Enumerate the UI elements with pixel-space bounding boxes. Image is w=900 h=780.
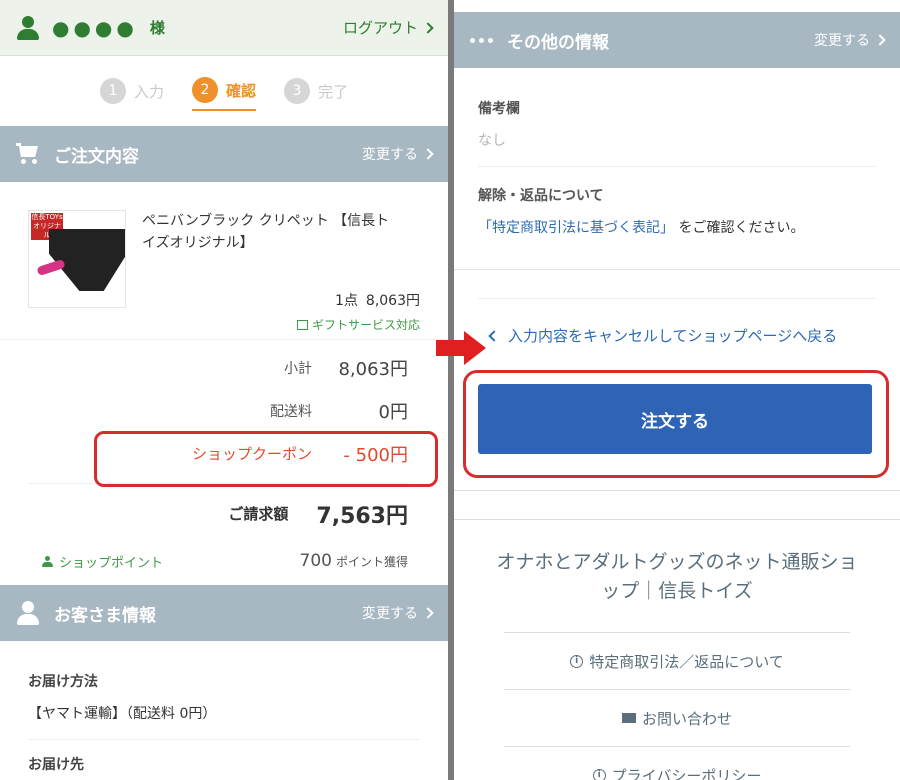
remarks-label: 備考欄: [478, 101, 520, 117]
shop-points-unit: ポイント獲得: [335, 554, 408, 569]
returns-description: 「特定商取引法に基づく表記」 をご確認ください。: [478, 220, 805, 236]
shop-points-label: ショップポイント: [42, 552, 163, 571]
checkout-steps: 1 入力 2 確認 3 完了: [0, 56, 448, 126]
chevron-right-icon: [422, 607, 434, 619]
person-icon: [16, 601, 40, 625]
customer-change-link[interactable]: 変更する: [362, 603, 434, 623]
order-button-area: 注文する: [454, 370, 900, 478]
returns-label: 解除・返品について: [478, 188, 604, 204]
user-icon: [16, 15, 40, 40]
chevron-right-icon: [422, 148, 434, 160]
order-confirm-left-panel: ●●●● 様 ログアウト 1 入力 2 確認 3 完了 ご注文内容 変更する 信長TO…: [0, 0, 448, 780]
footer-shop-name: オナホとアダルトグッズのネット通販ショップ｜信長トイズ: [496, 551, 858, 602]
product-thumbnail[interactable]: 信長TOYs オリジナル: [28, 210, 126, 308]
order-confirm-right-panel: その他の情報 変更する 備考欄 なし 解除・返品について 「特定商取引法に基づく…: [454, 0, 900, 780]
order-change-link[interactable]: 変更する: [362, 144, 434, 164]
other-info-header: その他の情報 変更する: [454, 12, 900, 68]
chevron-right-icon: [874, 34, 886, 46]
other-info-change-link[interactable]: 変更する: [814, 30, 886, 50]
chevron-right-icon: [422, 21, 434, 34]
delivery-method-value: 【ヤマト運輸】（配送料 0円）: [28, 703, 420, 740]
customer-section-title: お客さま情報: [54, 605, 156, 626]
shipping-row: 配送料 0円: [270, 401, 408, 423]
footer-link-contact[interactable]: お問い合わせ: [504, 689, 850, 746]
product-qty-price: 1点 8,063円: [334, 293, 420, 309]
subtotal-row: 小計 8,063円: [284, 358, 408, 380]
remarks-block: 備考欄 なし: [478, 68, 876, 167]
cancel-return-link[interactable]: 入力内容をキャンセルしてショップページへ戻る: [454, 325, 900, 346]
shop-points-row: ショップポイント 700 ポイント獲得: [0, 543, 448, 579]
other-info-title: その他の情報: [507, 32, 609, 53]
returns-block: 解除・返品について 「特定商取引法に基づく表記」 をご確認ください。: [478, 167, 876, 253]
customer-section-header: お客さま情報 変更する: [0, 585, 448, 641]
info-icon: i: [592, 768, 606, 780]
other-info-body: 備考欄 なし 解除・返品について 「特定商取引法に基づく表記」 をご確認ください…: [454, 68, 900, 253]
grand-total-label: ご請求額: [228, 505, 289, 523]
chevron-left-icon: [488, 329, 500, 342]
shop-points-value: 700: [299, 551, 332, 571]
delivery-method-label: お届け方法: [28, 674, 98, 690]
footer-link-tokushoho[interactable]: i 特定商取引法／返品について: [504, 632, 850, 689]
step-confirm: 2 確認: [191, 71, 256, 111]
gift-service-badge: ギフトサービス対応: [142, 316, 420, 333]
info-icon: i: [570, 654, 584, 668]
delivery-destination-label: お届け先: [28, 757, 84, 773]
user-bar: ●●●● 様 ログアウト: [0, 0, 448, 56]
grand-total-value: 7,563円: [316, 503, 408, 529]
red-arrow-icon: [436, 331, 486, 365]
product-item: 信長TOYs オリジナル ペニバンブラック クリペット 【信長トイズオリジナル】…: [0, 182, 448, 340]
user-honorific: 様: [149, 19, 165, 37]
more-dots-icon: [470, 37, 493, 43]
person-icon: [42, 555, 53, 567]
grand-total-row: ご請求額 7,563円: [28, 483, 408, 543]
place-order-button[interactable]: 注文する: [478, 384, 872, 454]
customer-info: お届け方法 【ヤマト運輸】（配送料 0円） お届け先: [0, 641, 448, 774]
mail-icon: [621, 713, 636, 723]
order-totals: 小計 8,063円 配送料 0円 ショップクーポン - 500円: [0, 340, 448, 487]
step-complete: 3 完了: [284, 71, 348, 111]
cart-icon: [16, 143, 40, 165]
remarks-value: なし: [478, 133, 506, 149]
tokushoho-link[interactable]: 「特定商取引法に基づく表記」: [478, 220, 674, 236]
order-section-title: ご注文内容: [54, 146, 139, 167]
user-name: ●●●●: [52, 15, 138, 40]
step-input: 1 入力: [99, 71, 164, 111]
footer-link-privacy[interactable]: i プライバシーポリシー: [504, 746, 850, 780]
gift-icon: [296, 320, 308, 330]
logout-link[interactable]: ログアウト: [343, 17, 434, 38]
order-section-header: ご注文内容 変更する: [0, 126, 448, 182]
product-name: ペニバンブラック クリペット 【信長トイズオリジナル】: [142, 213, 390, 251]
coupon-highlight-box: [94, 431, 438, 487]
footer-links: i 特定商取引法／返品について お問い合わせ i プライバシーポリシー: [504, 632, 850, 780]
